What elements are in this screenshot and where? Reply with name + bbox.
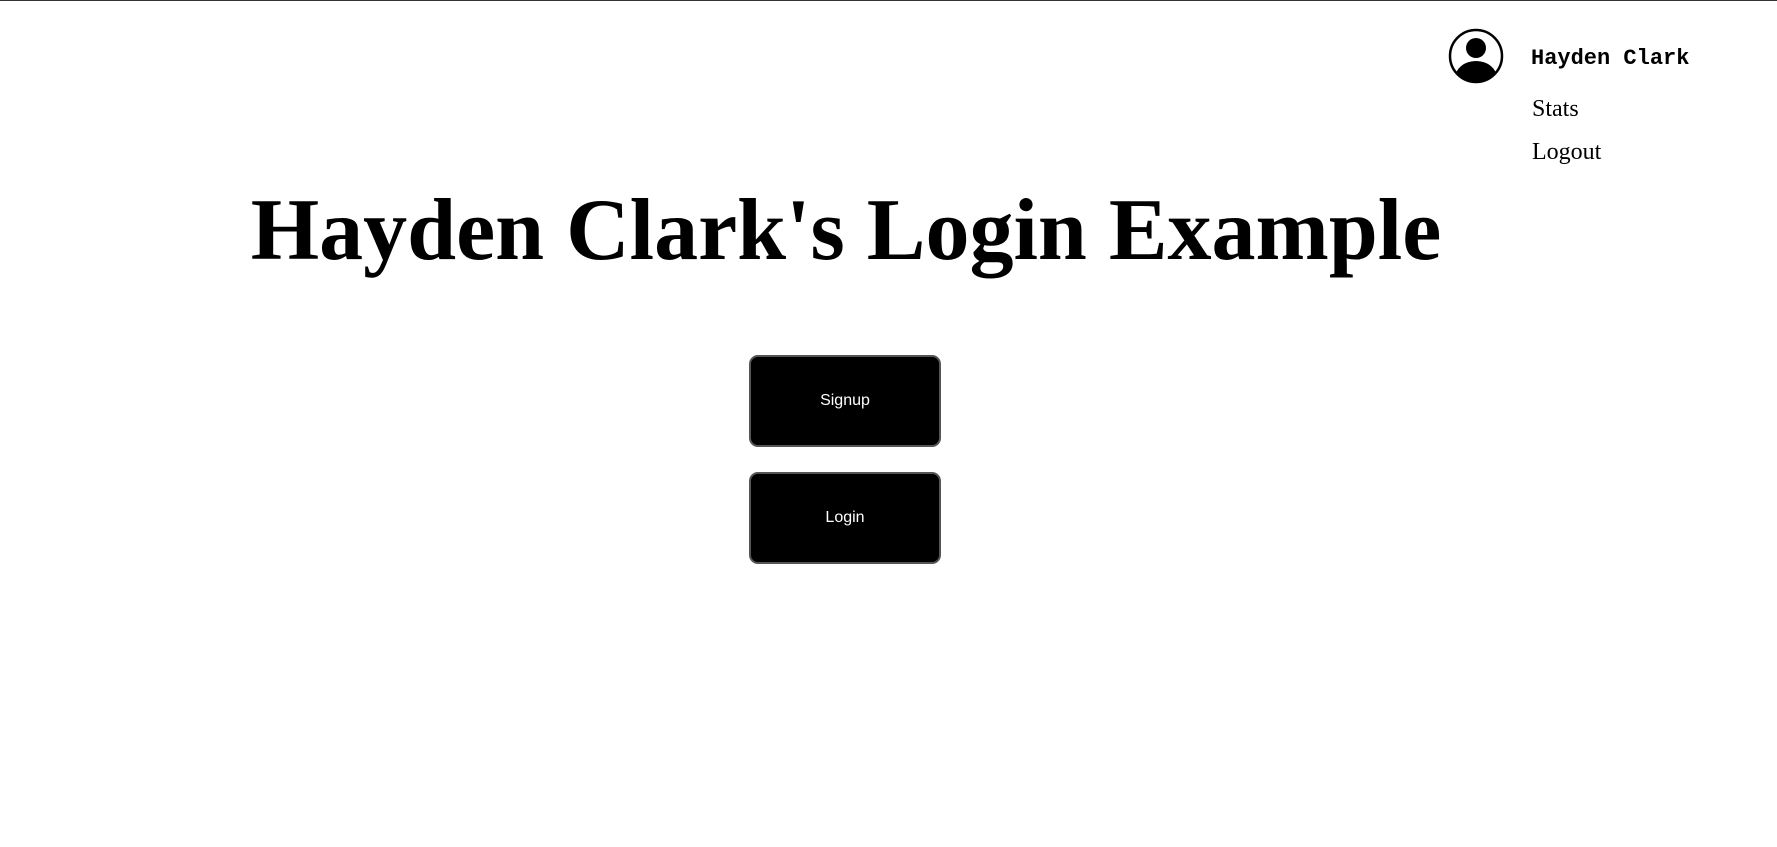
login-button[interactable]: Login bbox=[749, 472, 941, 564]
username-label: Hayden Clark bbox=[1531, 46, 1690, 71]
user-circle-icon[interactable] bbox=[1448, 28, 1504, 84]
page-title: Hayden Clark's Login Example bbox=[250, 182, 1442, 279]
logout-link[interactable]: Logout bbox=[1532, 140, 1601, 164]
stats-link[interactable]: Stats bbox=[1532, 97, 1579, 121]
signup-button[interactable]: Signup bbox=[749, 355, 941, 447]
